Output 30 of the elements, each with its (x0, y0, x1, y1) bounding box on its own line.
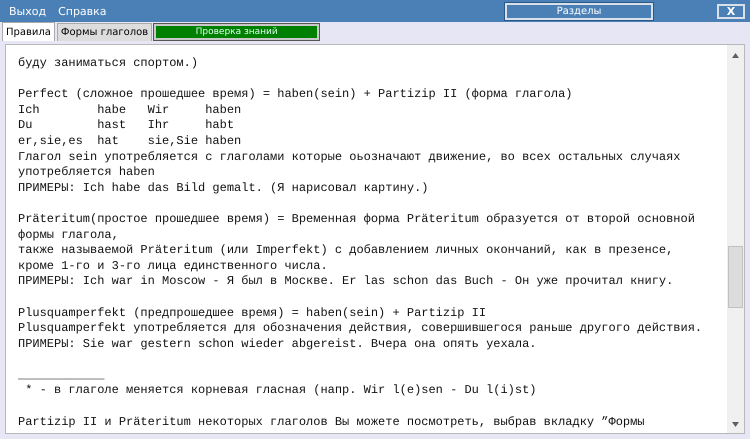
close-button[interactable]: X (717, 4, 745, 18)
scroll-thumb[interactable] (728, 246, 743, 308)
menu-item[interactable]: Выход (9, 4, 46, 18)
text-line: Глагол sein употребляется с глаголами которые оьозначают движение, во всех остальных случаях (18, 150, 682, 166)
text-line: Plusquamperfekt употребляется для обозначения действия, совершившегося раньше другого действия. (18, 321, 704, 337)
text-line: Du hast Ihr habt (18, 118, 236, 134)
text-line: Ich habe Wir haben (18, 102, 242, 118)
scroll-down-icon[interactable] (732, 422, 739, 427)
text-line: * - в глаголе меняется корневая гласная (напр. Wir l(e)sen - Du l(i)st) (24, 383, 538, 400)
text-line: формы глагола, (18, 228, 120, 244)
text-line: также называемой Präteritum (или Imperfekt) с добавлением личных окончаний, как в презенсе, (18, 243, 674, 259)
text-line: буду заниматься спортом.) (18, 56, 200, 72)
text-line: ПРИМЕРЫ: Sie war gestern schon wieder abgereist. Вчера она опять уехала. (18, 336, 538, 352)
text-line: ____________ (18, 368, 106, 384)
text-line: ПРИМЕРЫ: Ich war in Moscow - Я был в Москве. Er las schon das Buch - Он уже прочитал книгу. (18, 274, 674, 290)
knowledge-check-button[interactable]: Проверка знаний (154, 24, 320, 40)
text-line: Perfect (сложное прошедшее время) = haben(sein) + Partizip II (форма глагола) (18, 87, 574, 103)
tab[interactable]: Формы глаголов (56, 23, 152, 41)
text-line: ПРИМЕРЫ: Ich habe das Bild gemalt. (Я нарисовал картину.) (18, 180, 430, 196)
scrollbar[interactable] (727, 45, 744, 433)
text-line: Plusquamperfekt (предпрошедшее время) = haben(sein) + Partizip II (18, 306, 488, 322)
tab[interactable]: Правила (2, 22, 55, 41)
sections-button[interactable]: Разделы (505, 2, 653, 20)
text-line: Partizip II и Präteritum некоторых глаголов Вы можете посмотреть, выбрав вкладку ”Формы (18, 414, 646, 430)
text-line: er,sie,es hat sie,Sie haben (18, 134, 242, 150)
menu-item[interactable]: Справка (58, 4, 107, 18)
text-line: кроме 1-го и 3-го лица единственного числа. (18, 258, 329, 274)
text-line: употребляется haben (18, 165, 156, 181)
text-line: Präteritum(простое прошедшее время) = Временная форма Präteritum образуется от второй основной (18, 212, 696, 228)
scroll-up-icon[interactable] (732, 53, 739, 58)
